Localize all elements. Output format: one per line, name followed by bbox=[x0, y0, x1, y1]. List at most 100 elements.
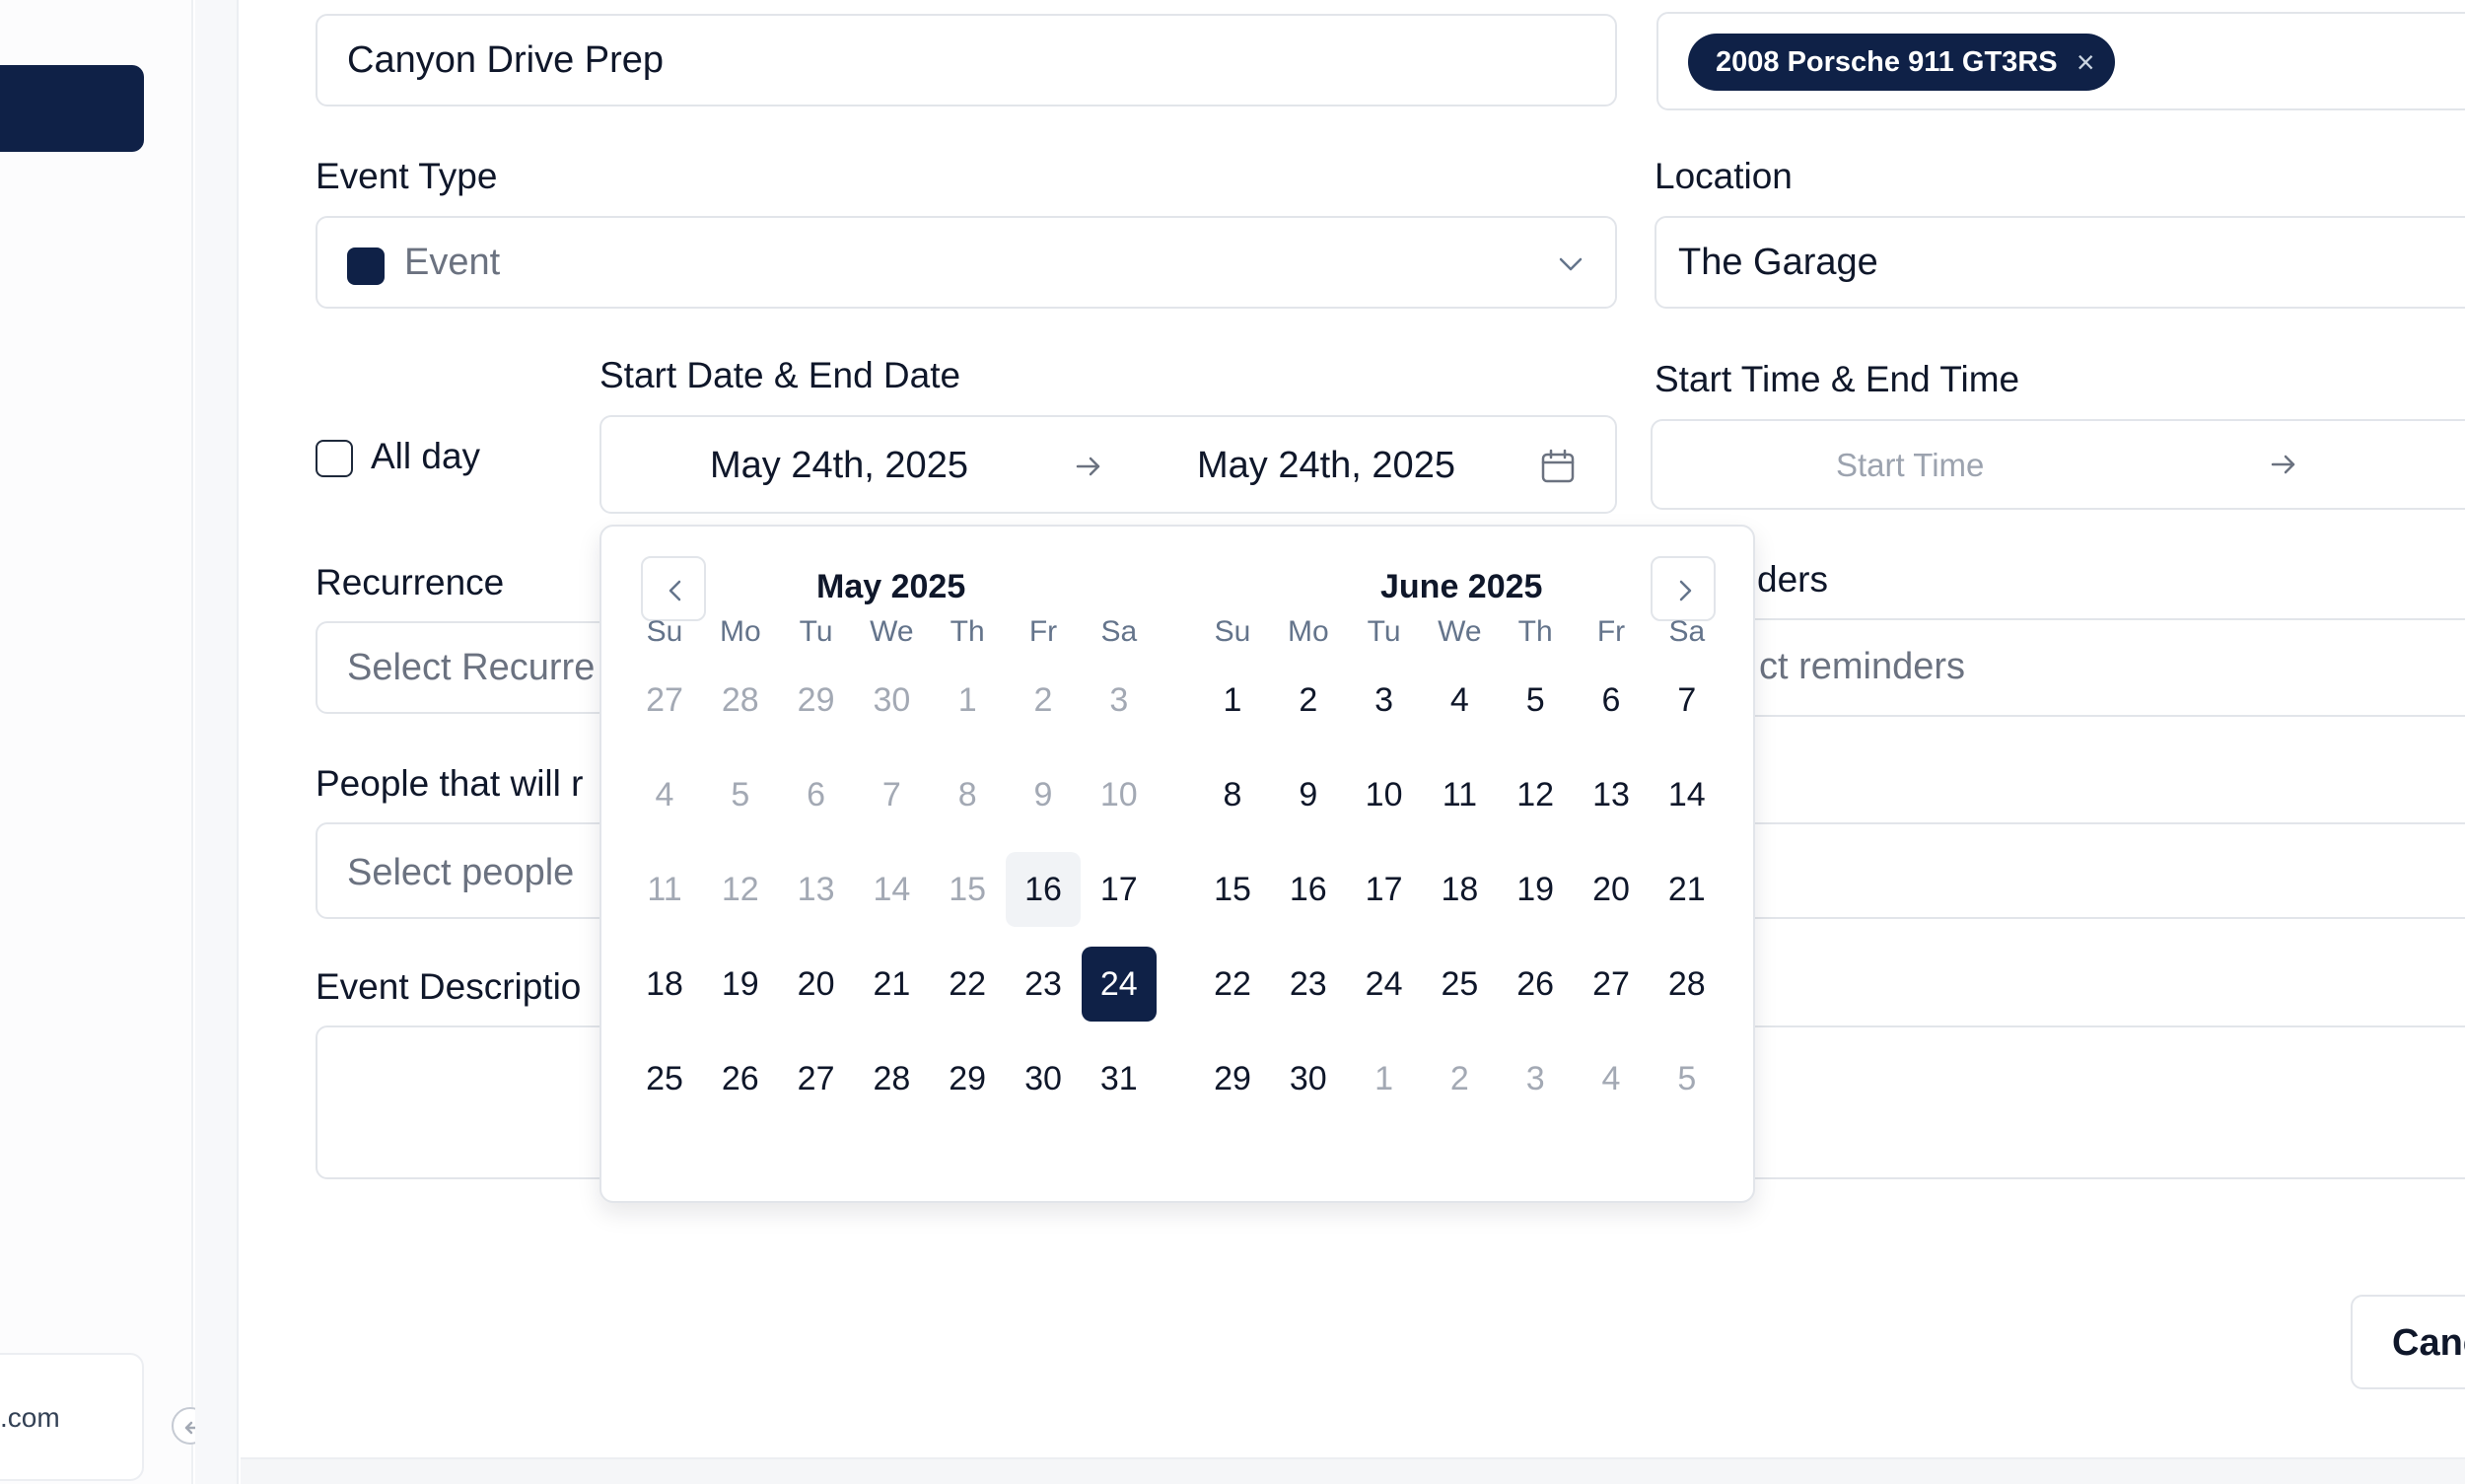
cancel-button[interactable]: Canc bbox=[2351, 1295, 2465, 1389]
calendar-day[interactable]: 14 bbox=[854, 852, 929, 927]
weekday-header: Sa bbox=[1100, 615, 1138, 648]
calendar-day[interactable]: 20 bbox=[779, 947, 854, 1022]
calendar-day[interactable]: 24 bbox=[1347, 947, 1422, 1022]
calendar-day[interactable]: 17 bbox=[1082, 852, 1157, 927]
calendar-day[interactable]: 1 bbox=[1347, 1041, 1422, 1116]
close-icon[interactable]: × bbox=[2077, 34, 2095, 91]
location-value: The Garage bbox=[1678, 242, 1878, 283]
calendar-day[interactable]: 19 bbox=[1498, 852, 1573, 927]
weekday-header: Th bbox=[1517, 615, 1553, 648]
event-type-select[interactable]: Event bbox=[316, 216, 1617, 309]
calendar-day[interactable]: 10 bbox=[1347, 757, 1422, 832]
account-email: .com bbox=[0, 1402, 60, 1433]
calendar-day[interactable]: 3 bbox=[1347, 663, 1422, 738]
calendar-day[interactable]: 7 bbox=[1650, 663, 1725, 738]
calendar-day[interactable]: 9 bbox=[1006, 757, 1081, 832]
calendar-day[interactable]: 2 bbox=[1271, 663, 1346, 738]
all-day-checkbox[interactable] bbox=[316, 440, 353, 477]
calendar-day[interactable]: 12 bbox=[703, 852, 778, 927]
vehicle-tag-label: 2008 Porsche 911 GT3RS bbox=[1716, 46, 2058, 78]
calendar-day[interactable]: 1 bbox=[930, 663, 1005, 738]
calendar-day[interactable]: 27 bbox=[779, 1041, 854, 1116]
reminders-label: ders bbox=[1757, 559, 1828, 600]
calendar-day[interactable]: 14 bbox=[1650, 757, 1725, 832]
vehicle-select[interactable]: 2008 Porsche 911 GT3RS × bbox=[1656, 12, 2465, 110]
date-range-label: Start Date & End Date bbox=[599, 355, 961, 395]
calendar-day[interactable]: 30 bbox=[1006, 1041, 1081, 1116]
calendar-day[interactable]: 3 bbox=[1498, 1041, 1573, 1116]
calendar-day[interactable]: 4 bbox=[627, 757, 702, 832]
calendar-day[interactable]: 16 bbox=[1006, 852, 1081, 927]
calendar-day[interactable]: 15 bbox=[1195, 852, 1270, 927]
recurrence-label: Recurrence bbox=[316, 562, 505, 602]
calendar-day[interactable]: 9 bbox=[1271, 757, 1346, 832]
calendar-day[interactable]: 29 bbox=[1195, 1041, 1270, 1116]
calendar-day[interactable]: 26 bbox=[703, 1041, 778, 1116]
calendar-day[interactable]: 21 bbox=[1650, 852, 1725, 927]
calendar-day[interactable]: 6 bbox=[779, 757, 854, 832]
weekday-header: Fr bbox=[1028, 615, 1058, 648]
calendar-day[interactable]: 5 bbox=[1650, 1041, 1725, 1116]
weekday-header: Su bbox=[646, 615, 683, 648]
prev-month-button[interactable] bbox=[641, 556, 706, 621]
calendar-day[interactable]: 25 bbox=[627, 1041, 702, 1116]
location-label: Location bbox=[1655, 156, 1793, 196]
calendar-day[interactable]: 28 bbox=[703, 663, 778, 738]
calendar-day[interactable]: 4 bbox=[1422, 663, 1497, 738]
vehicle-tag[interactable]: 2008 Porsche 911 GT3RS × bbox=[1688, 34, 2115, 91]
calendar-day[interactable]: 22 bbox=[930, 947, 1005, 1022]
calendar-day[interactable]: 28 bbox=[1650, 947, 1725, 1022]
calendar-day[interactable]: 30 bbox=[854, 663, 929, 738]
calendar-day[interactable]: 28 bbox=[854, 1041, 929, 1116]
calendar-day[interactable]: 20 bbox=[1574, 852, 1649, 927]
calendar-day[interactable]: 27 bbox=[1574, 947, 1649, 1022]
calendar-day[interactable]: 18 bbox=[627, 947, 702, 1022]
calendar-day[interactable]: 4 bbox=[1574, 1041, 1649, 1116]
time-range-input[interactable]: Start Time bbox=[1651, 419, 2465, 510]
calendar-day[interactable]: 27 bbox=[627, 663, 702, 738]
calendar-day[interactable]: 13 bbox=[1574, 757, 1649, 832]
event-name-input[interactable]: Canyon Drive Prep bbox=[316, 14, 1617, 106]
calendar-day[interactable]: 26 bbox=[1498, 947, 1573, 1022]
calendar-day[interactable]: 29 bbox=[930, 1041, 1005, 1116]
calendar-day[interactable]: 13 bbox=[779, 852, 854, 927]
calendar-day[interactable]: 8 bbox=[930, 757, 1005, 832]
date-range-input[interactable]: May 24th, 2025 May 24th, 2025 bbox=[599, 415, 1617, 514]
calendar-day[interactable]: 21 bbox=[854, 947, 929, 1022]
calendar-day[interactable]: 16 bbox=[1271, 852, 1346, 927]
sidebar-active-item[interactable] bbox=[0, 65, 144, 152]
next-month-button[interactable] bbox=[1651, 556, 1716, 621]
calendar-day[interactable]: 17 bbox=[1347, 852, 1422, 927]
calendar-day[interactable]: 11 bbox=[627, 852, 702, 927]
calendar-day[interactable]: 31 bbox=[1082, 1041, 1157, 1116]
month-title-june: June 2025 bbox=[1380, 568, 1543, 605]
month-title-may: May 2025 bbox=[816, 568, 966, 605]
calendar-day[interactable]: 5 bbox=[703, 757, 778, 832]
calendar-day[interactable]: 10 bbox=[1082, 757, 1157, 832]
location-input[interactable]: The Garage bbox=[1655, 216, 2465, 309]
calendar-day[interactable]: 15 bbox=[930, 852, 1005, 927]
calendar-icon[interactable] bbox=[1540, 449, 1576, 484]
calendar-day[interactable]: 11 bbox=[1422, 757, 1497, 832]
calendar-day[interactable]: 3 bbox=[1082, 663, 1157, 738]
calendar-day[interactable]: 2 bbox=[1006, 663, 1081, 738]
calendar-day[interactable]: 23 bbox=[1271, 947, 1346, 1022]
calendar-day[interactable]: 19 bbox=[703, 947, 778, 1022]
calendar-day[interactable]: 25 bbox=[1422, 947, 1497, 1022]
calendar-day[interactable]: 29 bbox=[779, 663, 854, 738]
calendar-day[interactable]: 23 bbox=[1006, 947, 1081, 1022]
calendar-day[interactable]: 5 bbox=[1498, 663, 1573, 738]
calendar-day[interactable]: 1 bbox=[1195, 663, 1270, 738]
calendar-day-selected[interactable]: 24 bbox=[1081, 947, 1157, 1022]
calendar-day[interactable]: 6 bbox=[1574, 663, 1649, 738]
calendar-day[interactable]: 2 bbox=[1422, 1041, 1497, 1116]
bottom-strip bbox=[241, 1457, 2465, 1484]
calendar-day[interactable]: 18 bbox=[1422, 852, 1497, 927]
calendar-day[interactable]: 30 bbox=[1271, 1041, 1346, 1116]
calendar-day[interactable]: 7 bbox=[854, 757, 929, 832]
sidebar: .com bbox=[0, 0, 193, 1484]
calendar-day[interactable]: 12 bbox=[1498, 757, 1573, 832]
reminders-select[interactable]: ct reminders bbox=[1655, 618, 2465, 717]
calendar-day[interactable]: 8 bbox=[1195, 757, 1270, 832]
calendar-day[interactable]: 22 bbox=[1195, 947, 1270, 1022]
